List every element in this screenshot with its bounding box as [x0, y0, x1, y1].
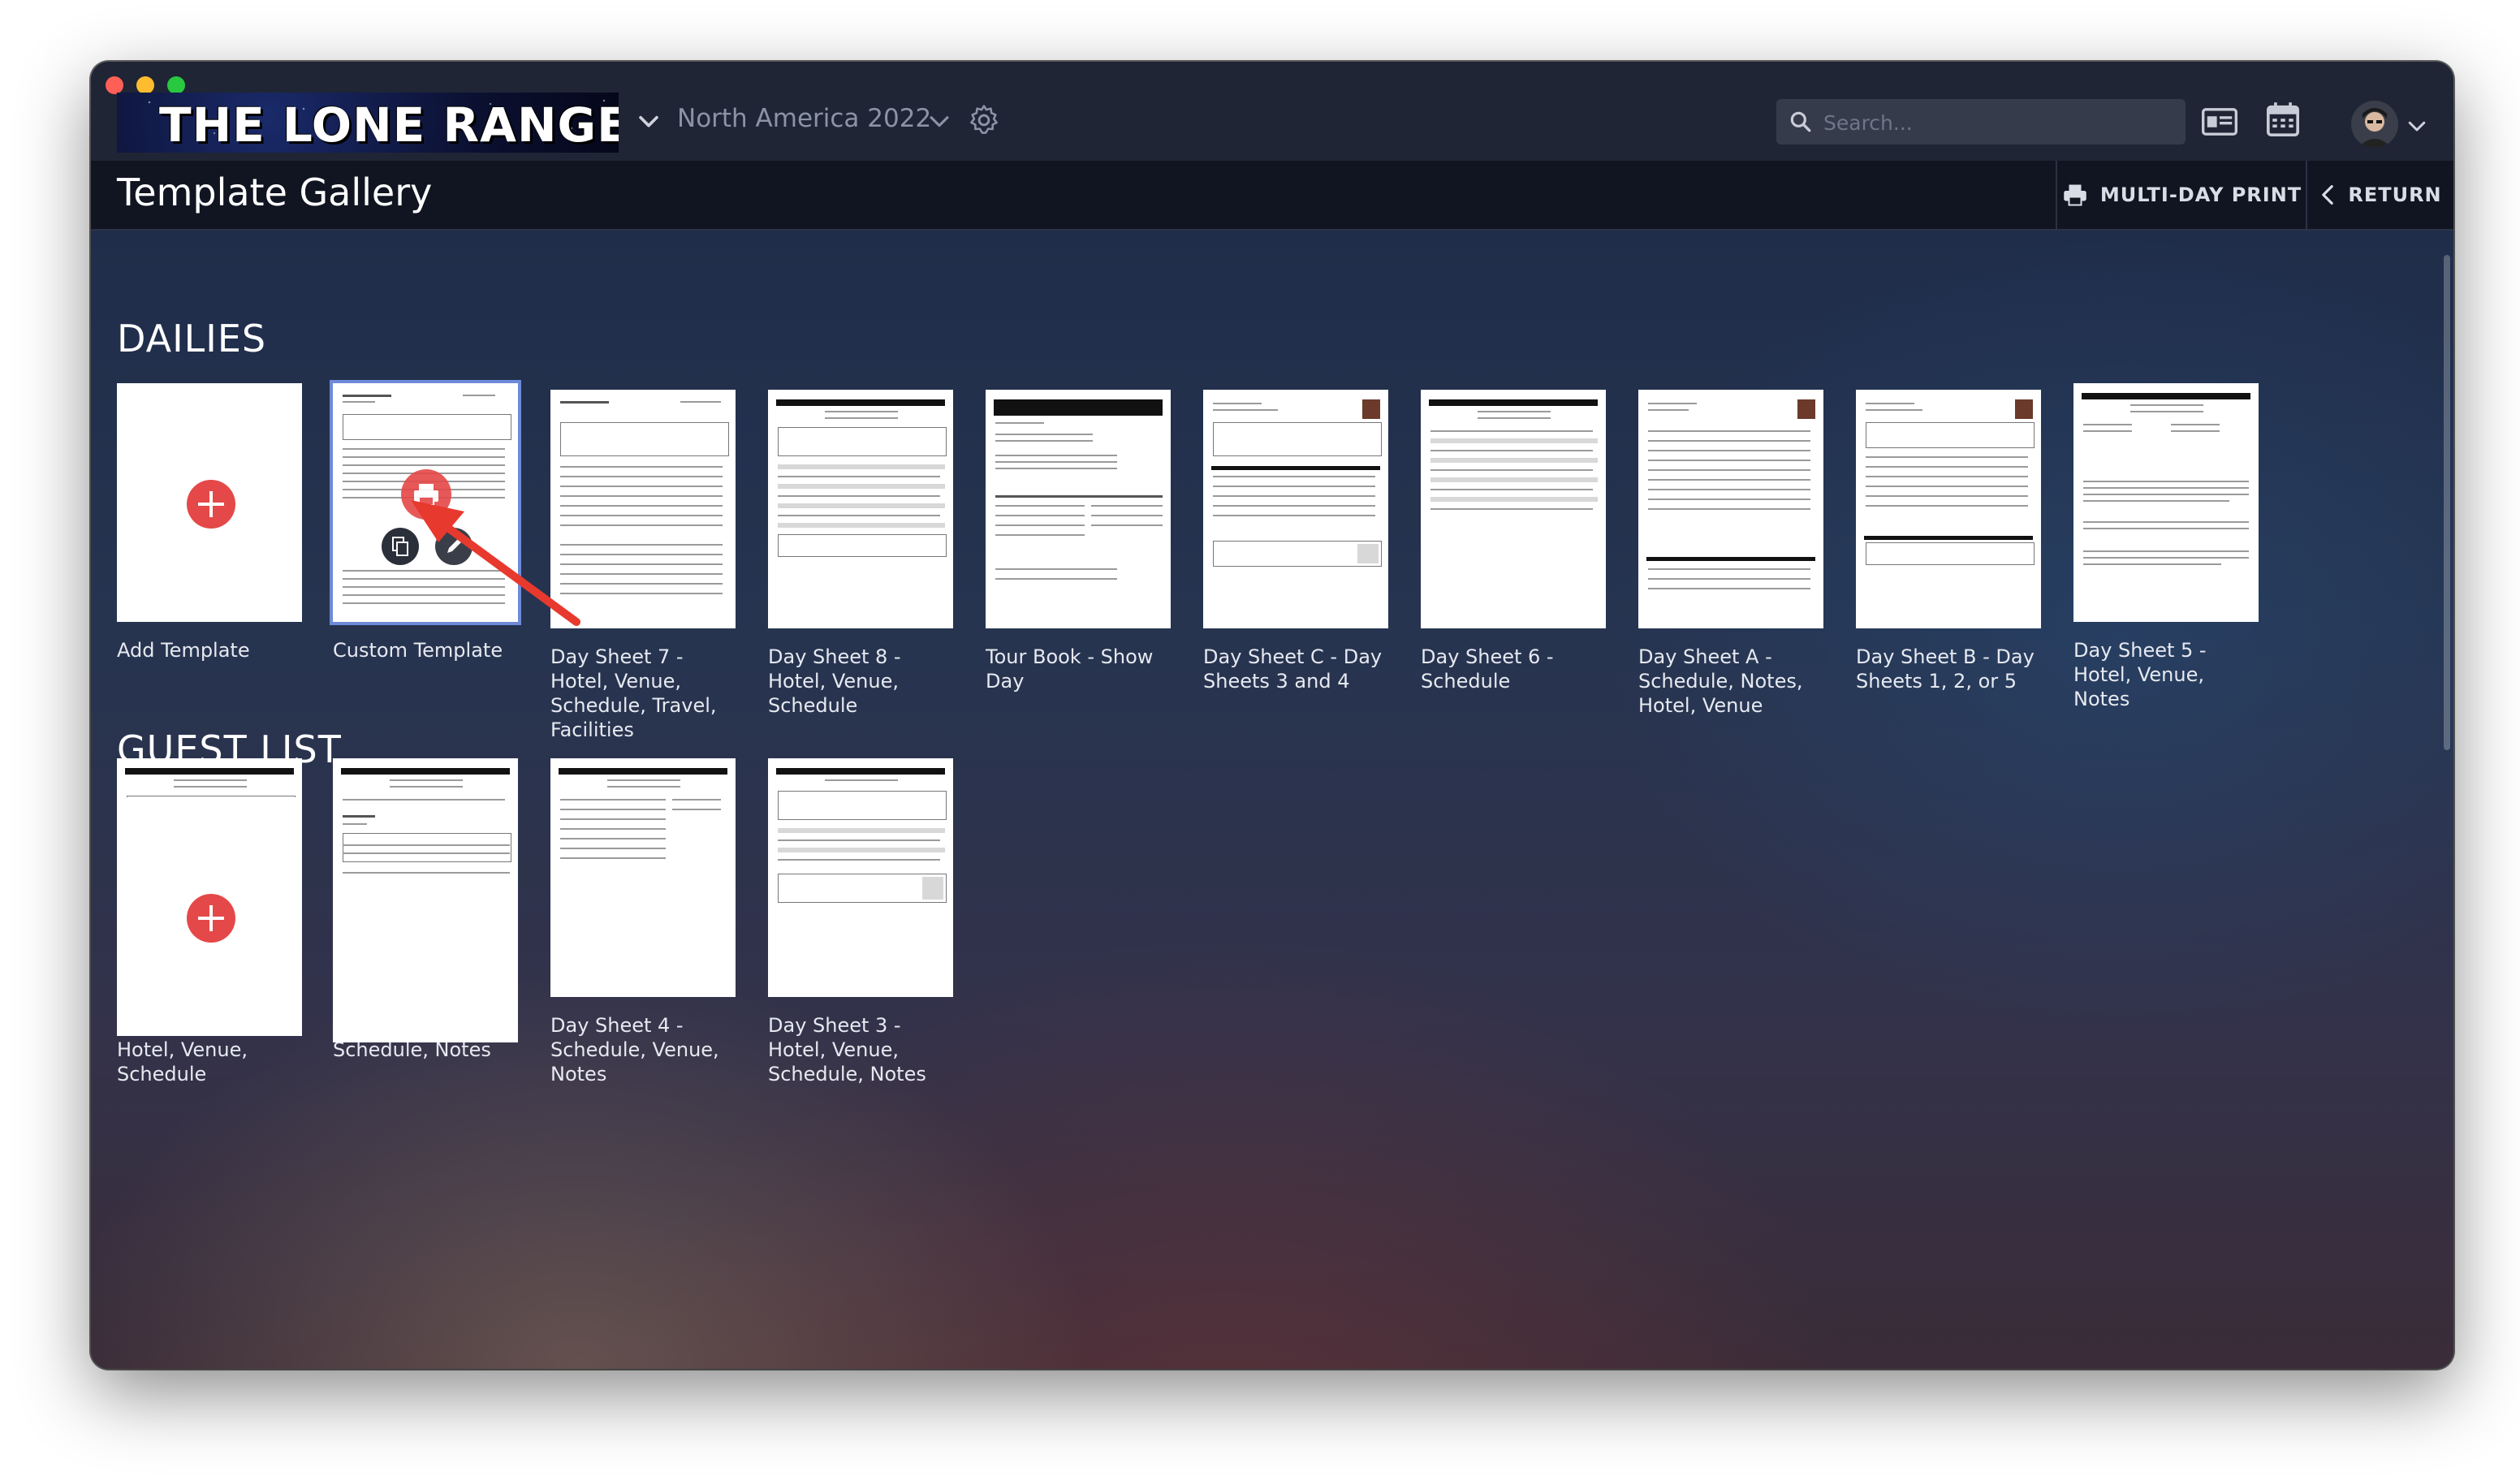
template-label: Day Sheet C - Day Sheets 3 and 4 [1203, 645, 1383, 693]
chevron-down-icon[interactable] [2405, 114, 2429, 138]
chevron-down-icon[interactable] [635, 107, 662, 135]
edit-button[interactable] [435, 528, 472, 565]
template-thumbnail[interactable] [333, 804, 518, 1042]
template-label: Day Sheet 4 - Schedule, Venue, Notes [550, 1014, 719, 1085]
section-title-dailies: DAILIES [117, 317, 267, 360]
calendar-icon[interactable] [2267, 102, 2299, 138]
return-button[interactable]: RETURN [2306, 161, 2453, 229]
printer-icon [2064, 184, 2086, 206]
template-label: Day Sheet B - Day Sheets 1, 2, or 5 [1856, 645, 2035, 693]
plus-icon[interactable] [187, 894, 235, 943]
app-window: THE LONE RANGERS North America 2022 [91, 62, 2453, 1369]
template-thumbnail[interactable] [2073, 383, 2259, 622]
template-thumbnail[interactable] [550, 390, 736, 628]
tour-selector[interactable]: North America 2022 [677, 104, 931, 133]
maximize-window-button[interactable] [167, 76, 185, 94]
page-header: Template Gallery MULTI-DAY PRINT RETURN [91, 161, 2453, 231]
printer-icon [414, 484, 438, 506]
return-label: RETURN [2348, 183, 2442, 206]
template-label: Day Sheet 6 - Schedule [1421, 645, 1554, 693]
template-thumbnail[interactable] [1421, 390, 1606, 628]
brand-logo[interactable]: THE LONE RANGERS [117, 93, 619, 153]
section-title-guest-list: GUEST LIST [117, 727, 342, 771]
search-input[interactable] [1822, 106, 2174, 140]
minimize-window-button[interactable] [136, 76, 154, 94]
gallery-content: DAILIES Add Template Custom Template Day… [91, 231, 2453, 1369]
template-label: Day Sheet 5 - Hotel, Venue, Notes [2073, 639, 2207, 710]
scrollbar[interactable] [2444, 255, 2450, 750]
template-label: Day Sheet 7 - Hotel, Venue, Schedule, Tr… [550, 645, 717, 741]
multi-day-print-button[interactable]: MULTI-DAY PRINT [2056, 161, 2307, 229]
template-thumbnail[interactable] [1856, 390, 2041, 628]
template-label: Add Template [117, 639, 250, 662]
page-title: Template Gallery [117, 170, 433, 214]
template-thumbnail[interactable] [550, 758, 736, 997]
template-thumbnail[interactable] [768, 758, 953, 997]
multi-day-print-label: MULTI-DAY PRINT [2099, 183, 2302, 206]
template-label: Day Sheet A - Schedule, Notes, Hotel, Ve… [1638, 645, 1803, 717]
chevron-down-icon[interactable] [926, 107, 953, 135]
chevron-left-icon [2322, 185, 2334, 205]
avatar[interactable] [2351, 101, 2398, 148]
plus-icon[interactable] [187, 480, 235, 529]
duplicate-button[interactable] [382, 528, 419, 565]
search-icon [1790, 111, 1811, 132]
template-label: Day Sheet 8 - Hotel, Venue, Schedule [768, 645, 901, 717]
search-field[interactable] [1776, 99, 2186, 145]
template-label: Custom Template [333, 639, 503, 662]
copy-icon [392, 537, 408, 556]
template-thumbnail[interactable] [117, 383, 302, 622]
template-label: Day Sheet 3 - Hotel, Venue, Schedule, No… [768, 1014, 926, 1085]
print-button[interactable] [401, 469, 451, 520]
contacts-icon[interactable] [2202, 106, 2237, 138]
close-window-button[interactable] [106, 76, 123, 94]
template-thumbnail[interactable] [117, 797, 302, 1036]
brand-name: THE LONE RANGERS [159, 97, 619, 153]
template-thumbnail[interactable] [1638, 390, 1823, 628]
template-label: Tour Book - Show Day [986, 645, 1154, 693]
pencil-icon [447, 539, 461, 553]
template-thumbnail[interactable] [768, 390, 953, 628]
template-thumbnail[interactable] [330, 380, 521, 625]
top-bar: THE LONE RANGERS North America 2022 [91, 62, 2453, 162]
gear-icon[interactable] [966, 102, 1002, 138]
template-thumbnail[interactable] [986, 390, 1171, 628]
template-thumbnail[interactable] [1203, 390, 1388, 628]
